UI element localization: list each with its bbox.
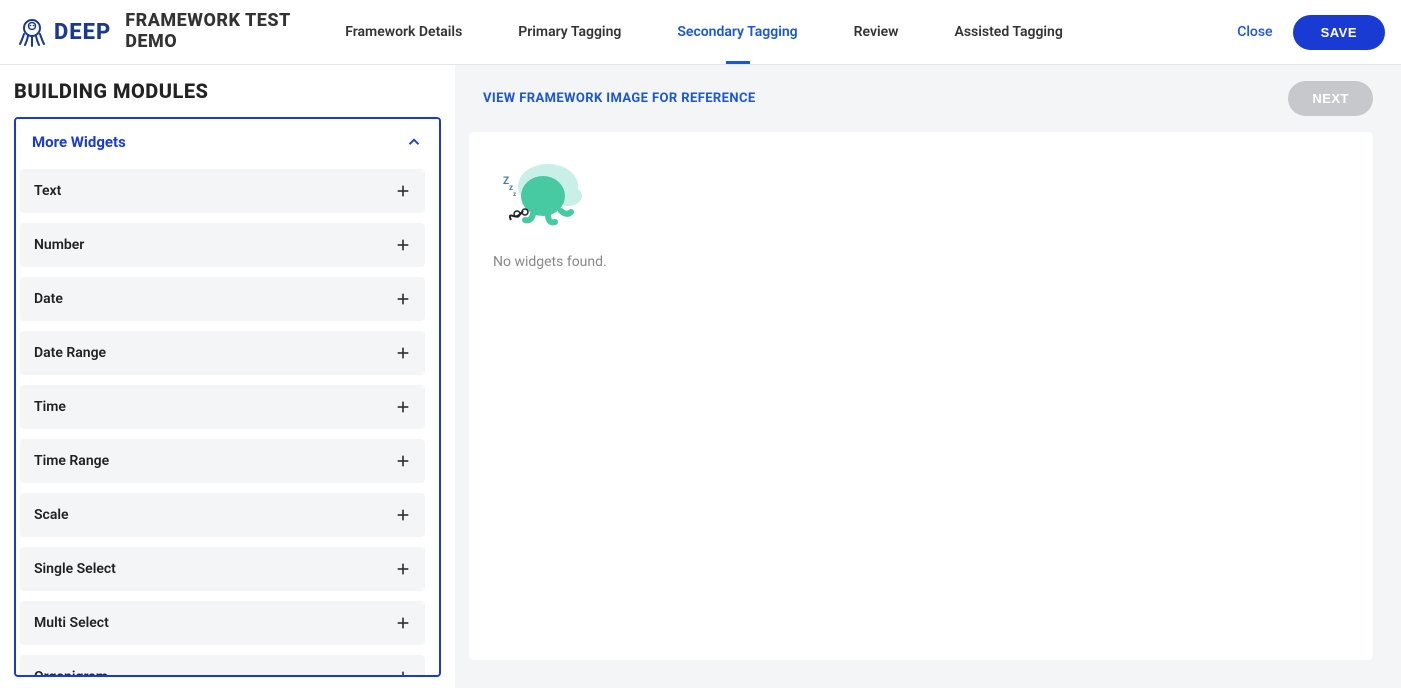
widget-label: Time Range bbox=[34, 453, 109, 469]
close-link[interactable]: Close bbox=[1237, 24, 1272, 40]
sidebar-title: BUILDING MODULES bbox=[14, 79, 441, 103]
widget-label: Organigram bbox=[34, 669, 108, 675]
canvas: Z z z No widgets found. bbox=[469, 132, 1373, 660]
app-header: DEEP FRAMEWORK TEST DEMO Framework Detai… bbox=[0, 0, 1401, 65]
widget-label: Single Select bbox=[34, 561, 116, 577]
chevron-up-icon bbox=[405, 133, 423, 151]
widget-item-scale[interactable]: Scale bbox=[20, 493, 425, 537]
widget-list: Text Number Date Date Range bbox=[16, 165, 427, 675]
plus-icon bbox=[395, 615, 411, 631]
widget-item-number[interactable]: Number bbox=[20, 223, 425, 267]
widget-label: Time bbox=[34, 399, 66, 415]
module-panel-toggle[interactable]: More Widgets bbox=[16, 119, 439, 165]
tab-framework-details[interactable]: Framework Details bbox=[345, 0, 462, 64]
plus-icon bbox=[395, 237, 411, 253]
sidebar: BUILDING MODULES More Widgets Text Numbe… bbox=[0, 65, 455, 688]
view-reference-link[interactable]: VIEW FRAMEWORK IMAGE FOR REFERENCE bbox=[483, 91, 756, 106]
project-title: FRAMEWORK TEST DEMO bbox=[125, 11, 305, 52]
widget-item-time-range[interactable]: Time Range bbox=[20, 439, 425, 483]
subheader: VIEW FRAMEWORK IMAGE FOR REFERENCE NEXT bbox=[455, 65, 1401, 132]
plus-icon bbox=[395, 669, 411, 675]
plus-icon bbox=[395, 183, 411, 199]
empty-state: Z z z No widgets found. bbox=[493, 156, 1349, 270]
octopus-logo-icon bbox=[16, 16, 48, 48]
next-button[interactable]: NEXT bbox=[1288, 81, 1373, 116]
main-content: VIEW FRAMEWORK IMAGE FOR REFERENCE NEXT … bbox=[455, 65, 1401, 688]
module-panel-title: More Widgets bbox=[32, 133, 126, 151]
empty-state-text: No widgets found. bbox=[493, 254, 607, 270]
plus-icon bbox=[395, 291, 411, 307]
widget-label: Text bbox=[34, 183, 61, 199]
plus-icon bbox=[395, 399, 411, 415]
svg-text:z: z bbox=[513, 191, 516, 198]
plus-icon bbox=[395, 507, 411, 523]
widget-item-multi-select[interactable]: Multi Select bbox=[20, 601, 425, 645]
brand-logo[interactable]: DEEP bbox=[16, 16, 111, 48]
tab-secondary-tagging[interactable]: Secondary Tagging bbox=[677, 0, 797, 64]
widget-item-date[interactable]: Date bbox=[20, 277, 425, 321]
widget-label: Number bbox=[34, 237, 84, 253]
tab-primary-tagging[interactable]: Primary Tagging bbox=[518, 0, 621, 64]
plus-icon bbox=[395, 561, 411, 577]
save-button[interactable]: SAVE bbox=[1293, 15, 1385, 50]
tab-review[interactable]: Review bbox=[854, 0, 899, 64]
nav-tabs: Framework Details Primary Tagging Second… bbox=[345, 0, 1063, 64]
widget-label: Date bbox=[34, 291, 63, 307]
body: BUILDING MODULES More Widgets Text Numbe… bbox=[0, 65, 1401, 688]
widget-item-text[interactable]: Text bbox=[20, 169, 425, 213]
brand-name: DEEP bbox=[54, 20, 111, 45]
widget-item-time[interactable]: Time bbox=[20, 385, 425, 429]
tab-assisted-tagging[interactable]: Assisted Tagging bbox=[955, 0, 1063, 64]
widget-label: Date Range bbox=[34, 345, 106, 361]
header-actions: Close SAVE bbox=[1237, 15, 1385, 50]
widget-label: Scale bbox=[34, 507, 69, 523]
sleeping-octopus-icon: Z z z bbox=[493, 156, 593, 236]
widget-item-single-select[interactable]: Single Select bbox=[20, 547, 425, 591]
widget-label: Multi Select bbox=[34, 615, 109, 631]
module-panel: More Widgets Text Number Date bbox=[14, 117, 441, 677]
widget-item-date-range[interactable]: Date Range bbox=[20, 331, 425, 375]
widget-item-organigram[interactable]: Organigram bbox=[20, 655, 425, 675]
plus-icon bbox=[395, 453, 411, 469]
plus-icon bbox=[395, 345, 411, 361]
